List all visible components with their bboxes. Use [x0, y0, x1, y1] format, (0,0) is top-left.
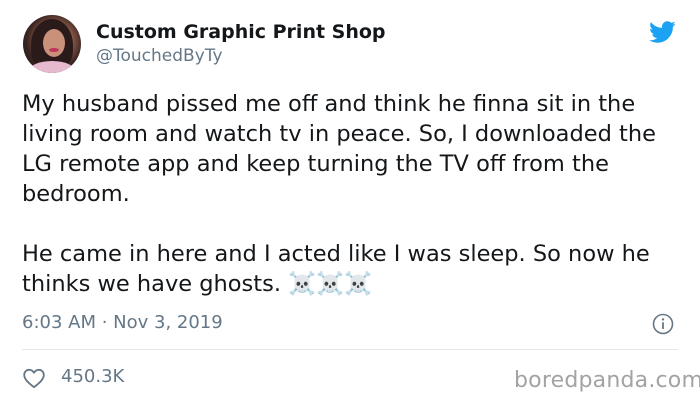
divider	[22, 349, 678, 350]
info-icon[interactable]	[652, 313, 674, 335]
author-display-name[interactable]: Custom Graphic Print Shop	[96, 20, 386, 44]
author-handle[interactable]: @TouchedByTy	[96, 45, 223, 67]
avatar-face	[43, 29, 65, 57]
tweet-timestamp[interactable]: 6:03 AM · Nov 3, 2019	[22, 311, 223, 335]
watermark: boredpanda.com	[514, 368, 700, 393]
avatar[interactable]	[23, 15, 81, 73]
avatar-lips	[49, 48, 59, 52]
heart-icon[interactable]	[22, 367, 46, 389]
twitter-bird-icon[interactable]	[646, 18, 678, 46]
tweet-text: My husband pissed me off and think he fi…	[22, 91, 656, 297]
like-count[interactable]: 450.3K	[61, 365, 124, 389]
